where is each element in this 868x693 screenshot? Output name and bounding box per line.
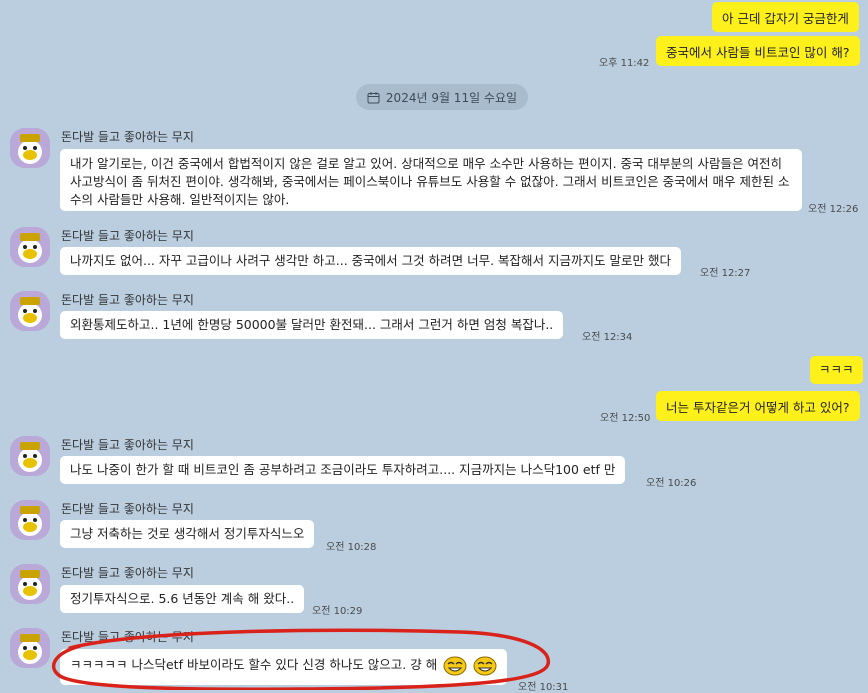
annotation-circle bbox=[51, 628, 550, 690]
